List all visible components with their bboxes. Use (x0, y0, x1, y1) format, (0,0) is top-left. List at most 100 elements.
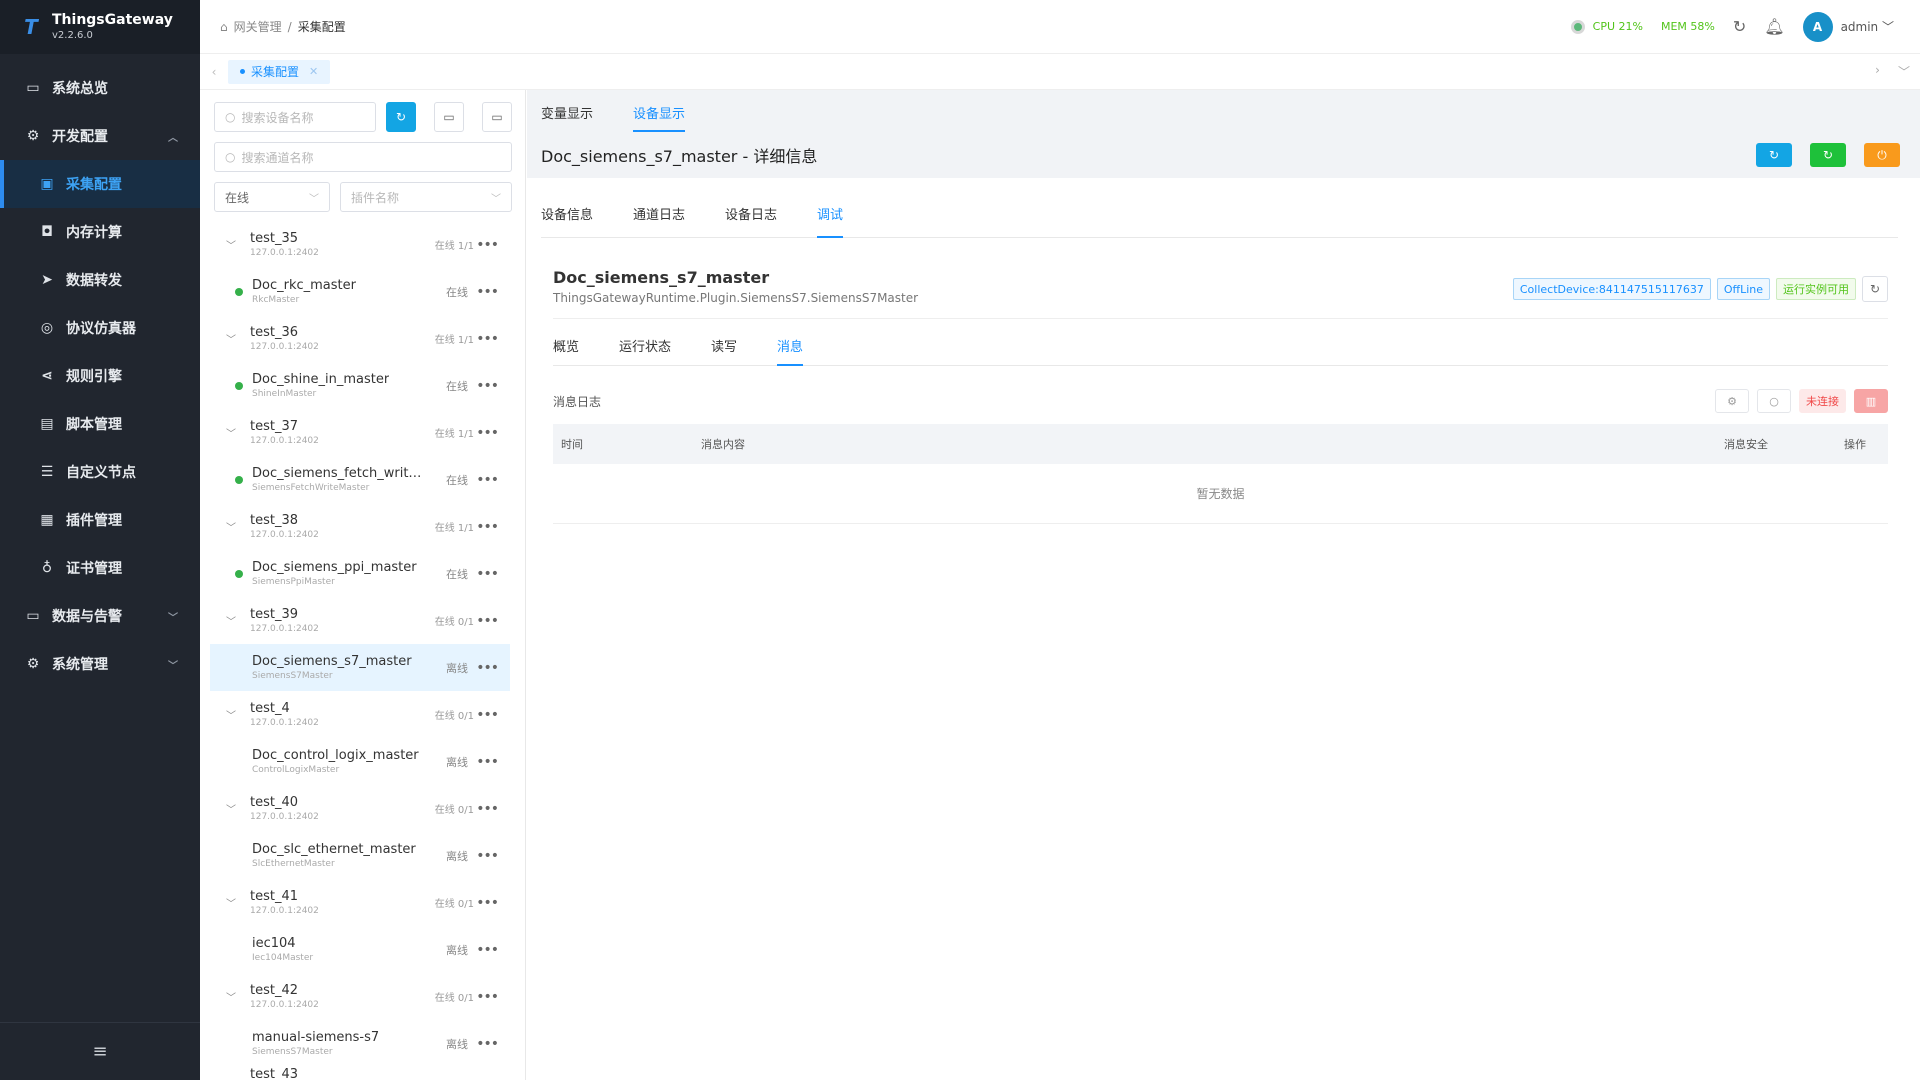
chevron-down-icon[interactable]: ﹀ (226, 237, 240, 252)
more-icon[interactable]: ••• (476, 331, 499, 347)
tree-group[interactable]: ﹀ test_36 127.0.0.1:2402 在线 1/1 ••• (210, 315, 510, 362)
connect-button[interactable]: ○ (1757, 389, 1791, 413)
chevron-down-icon[interactable]: ﹀ (226, 801, 240, 816)
chevron-left-icon[interactable]: ‹ (200, 65, 228, 79)
sidebar-item-plugins[interactable]: ▦ 插件管理 (0, 496, 200, 544)
tree-group[interactable]: ﹀ test_41 127.0.0.1:2402 在线 0/1 ••• (210, 879, 510, 926)
refresh-button[interactable]: ↻ (1862, 276, 1888, 302)
sidebar-item-overview[interactable]: ▭ 系统总览 (0, 64, 200, 112)
avatar[interactable]: A (1802, 11, 1833, 42)
tree-group[interactable]: ﹀ test_40 127.0.0.1:2402 在线 0/1 ••• (210, 785, 510, 832)
export-button[interactable]: ▭ (434, 102, 464, 132)
more-icon[interactable]: ••• (476, 848, 499, 864)
delete-button[interactable]: ▥ (1854, 389, 1888, 413)
more-icon[interactable]: ••• (476, 378, 499, 394)
close-icon[interactable]: ✕ (309, 65, 318, 78)
sidebar-item-simulator[interactable]: ◎ 协议仿真器 (0, 304, 200, 352)
tab-channel-log[interactable]: 通道日志 (633, 204, 685, 238)
tab-device-log[interactable]: 设备日志 (725, 204, 777, 238)
status-dot-icon (1570, 19, 1585, 34)
sidebar-item-certificates[interactable]: ♁ 证书管理 (0, 544, 200, 592)
sidebar-item-rule-engine[interactable]: ⋖ 规则引擎 (0, 352, 200, 400)
plugin-select[interactable]: 插件名称 ﹀ (340, 182, 512, 212)
tree-group[interactable]: ﹀ test_38 127.0.0.1:2402 在线 1/1 ••• (210, 503, 510, 550)
more-icon[interactable]: ••• (476, 942, 499, 958)
refresh-button[interactable]: ↻ (386, 102, 416, 132)
chevron-down-icon[interactable]: ﹀ (226, 613, 240, 628)
refresh-icon[interactable]: ↻ (1733, 17, 1746, 36)
sidebar-item-data-alarm[interactable]: ▭ 数据与告警 ﹀ (0, 592, 200, 640)
tab-variable-view[interactable]: 变量显示 (541, 103, 593, 132)
more-icon[interactable]: ••• (476, 472, 499, 488)
tab-device-info[interactable]: 设备信息 (541, 204, 593, 238)
tree-group[interactable]: ﹀ test_35 127.0.0.1:2402 在线 1/1 ••• (210, 221, 510, 268)
tab-read-write[interactable]: 读写 (711, 336, 737, 366)
chevron-down-icon[interactable]: ﹀ (226, 707, 240, 722)
status-select[interactable]: 在线 ﹀ (214, 182, 330, 212)
collapse-menu-button[interactable]: ≡ (0, 1022, 200, 1080)
sidebar-item-memory-compute[interactable]: ◘ 内存计算 (0, 208, 200, 256)
tree-device[interactable]: Doc_slc_ethernet_master SlcEthernetMaster… (210, 832, 510, 879)
stop-button[interactable]: ⏻ (1864, 143, 1900, 167)
tree-group[interactable]: ﹀ test_42 127.0.0.1:2402 在线 0/1 ••• (210, 973, 510, 1020)
display-button[interactable]: ▭ (482, 102, 512, 132)
tab-overview[interactable]: 概览 (553, 336, 579, 366)
sidebar-item-system[interactable]: ⚙ 系统管理 ﹀ (0, 640, 200, 688)
more-icon[interactable]: ••• (476, 425, 499, 441)
tree-device-selected[interactable]: Doc_siemens_s7_master SiemensS7Master 离线 … (210, 644, 510, 691)
sidebar-item-label: 规则引擎 (66, 369, 122, 385)
more-icon[interactable]: ••• (476, 801, 499, 817)
tab-debug[interactable]: 调试 (817, 204, 844, 238)
restart-button[interactable]: ↻ (1756, 143, 1792, 167)
more-icon[interactable]: ••• (476, 566, 499, 582)
search-channel-input[interactable]: ○ 搜索通道名称 (214, 142, 512, 172)
more-icon[interactable]: ••• (476, 613, 499, 629)
more-icon[interactable]: ••• (476, 754, 499, 770)
sidebar-item-dev-config[interactable]: ⚙ 开发配置 ︿ (0, 112, 200, 160)
tree-device[interactable]: Doc_siemens_ppi_master SiemensPpiMaster 在… (210, 550, 510, 597)
more-icon[interactable]: ••• (476, 989, 499, 1005)
tree-group[interactable]: test_43 (210, 1067, 510, 1080)
tree-group[interactable]: ﹀ test_37 127.0.0.1:2402 在线 1/1 ••• (210, 409, 510, 456)
sidebar-item-scripts[interactable]: ▤ 脚本管理 (0, 400, 200, 448)
search-device-input[interactable]: ○ 搜索设备名称 (214, 102, 376, 132)
more-icon[interactable]: ••• (476, 895, 499, 911)
start-button[interactable]: ↻ (1810, 143, 1846, 167)
tab-collect-config[interactable]: 采集配置 ✕ (228, 59, 331, 84)
tab-device-view[interactable]: 设备显示 (633, 103, 686, 132)
home-icon[interactable]: ⌂ (220, 20, 228, 34)
not-connected-button[interactable]: 未连接 (1799, 389, 1846, 413)
more-icon[interactable]: ••• (476, 519, 499, 535)
user-name[interactable]: admin ﹀ (1841, 18, 1894, 35)
chevron-down-icon[interactable]: ﹀ (226, 331, 240, 346)
more-icon[interactable]: ••• (476, 237, 499, 253)
breadcrumb-current: 采集配置 (297, 20, 346, 34)
tab-messages[interactable]: 消息 (777, 336, 804, 366)
bookmark-icon: ▭ (443, 110, 455, 124)
chevron-down-icon[interactable]: ﹀ (226, 895, 240, 910)
sidebar-item-data-forward[interactable]: ➤ 数据转发 (0, 256, 200, 304)
chevron-down-icon[interactable]: ﹀ (226, 989, 240, 1004)
tree-device[interactable]: Doc_rkc_master RkcMaster 在线 ••• (210, 268, 510, 315)
tree-device[interactable]: manual-siemens-s7 SiemensS7Master 离线 ••• (210, 1020, 510, 1067)
tree-device[interactable]: Doc_control_logix_master ControlLogixMast… (210, 738, 510, 785)
more-icon[interactable]: ••• (476, 707, 499, 723)
bell-icon[interactable]: 🔔︎ (1764, 17, 1784, 36)
tree-group[interactable]: ﹀ test_4 127.0.0.1:2402 在线 0/1 ••• (210, 691, 510, 738)
tab-run-state[interactable]: 运行状态 (619, 336, 671, 366)
more-icon[interactable]: ••• (476, 1036, 499, 1052)
chevron-down-icon[interactable]: ﹀ (226, 425, 240, 440)
chevron-down-icon[interactable]: ﹀ (226, 519, 240, 534)
sidebar-item-collect-config[interactable]: ▣ 采集配置 (0, 160, 200, 208)
chevron-right-icon[interactable]: › (1875, 63, 1880, 80)
settings-button[interactable]: ⚙ (1715, 389, 1749, 413)
breadcrumb-item[interactable]: 网关管理 (234, 18, 282, 35)
tree-group[interactable]: ﹀ test_39 127.0.0.1:2402 在线 0/1 ••• (210, 597, 510, 644)
tree-device[interactable]: iec104 Iec104Master 离线 ••• (210, 926, 510, 973)
sidebar-item-custom-node[interactable]: ☰ 自定义节点 (0, 448, 200, 496)
tree-device[interactable]: Doc_siemens_fetch_write_ma...SiemensFetc… (210, 456, 510, 503)
tree-device[interactable]: Doc_shine_in_master ShineInMaster 在线 ••• (210, 362, 510, 409)
more-icon[interactable]: ••• (476, 284, 499, 300)
more-icon[interactable]: ••• (476, 660, 499, 676)
chevron-down-icon[interactable]: ﹀ (1898, 63, 1910, 80)
